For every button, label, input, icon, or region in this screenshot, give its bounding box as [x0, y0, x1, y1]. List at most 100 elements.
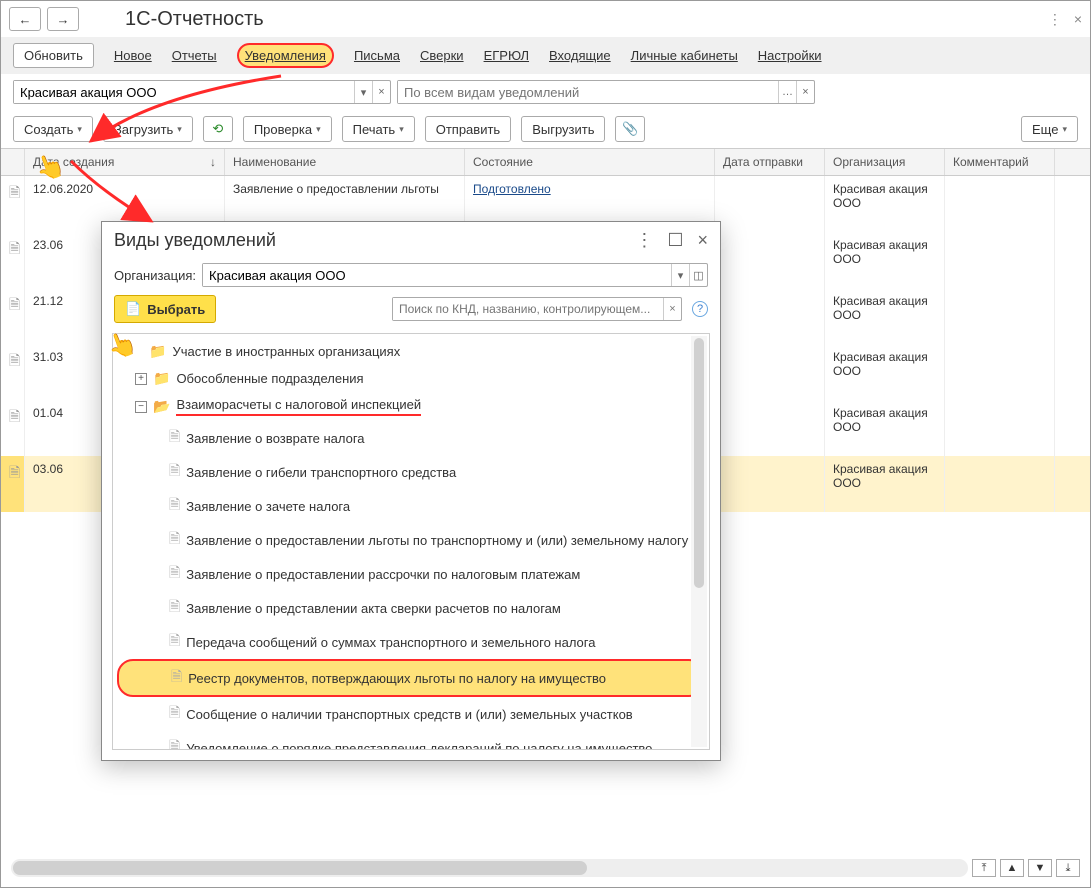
- select-icon: 📄: [125, 301, 141, 317]
- collapse-icon[interactable]: −: [135, 401, 147, 413]
- cell-org: Красивая акация ООО: [825, 176, 945, 232]
- horizontal-scrollbar[interactable]: [11, 859, 968, 877]
- cell-comment: [945, 288, 1055, 344]
- tree-item[interactable]: 🗎Заявление о зачете налога: [117, 489, 705, 523]
- col-state[interactable]: Состояние: [465, 149, 715, 175]
- type-filter-more-button[interactable]: …: [778, 81, 796, 103]
- filter-bar: ▾ × … ×: [1, 74, 1090, 110]
- col-date[interactable]: Дата создания↓: [25, 149, 225, 175]
- grid-nav-first-button[interactable]: ⤒: [972, 859, 996, 877]
- org-filter-input[interactable]: [14, 81, 354, 103]
- document-icon: 🗎: [169, 562, 180, 586]
- menu-link-reports[interactable]: Отчеты: [172, 48, 217, 63]
- menu-link-new[interactable]: Новое: [114, 48, 152, 63]
- close-icon[interactable]: ×: [1074, 11, 1082, 28]
- tree-item[interactable]: 🗎Заявление о возврате налога: [117, 421, 705, 455]
- tree-item-label: Заявление о представлении акта сверки ра…: [186, 601, 561, 616]
- print-button[interactable]: Печать▾: [342, 116, 415, 142]
- tree-item[interactable]: 🗎Заявление о предоставлении льготы по тр…: [117, 523, 705, 557]
- document-icon: 🗎: [9, 408, 20, 424]
- grid-nav-down-button[interactable]: ▼: [1028, 859, 1052, 877]
- tree-item[interactable]: 🗎Заявление о гибели транспортного средст…: [117, 455, 705, 489]
- cell-send-date: [715, 400, 825, 456]
- select-button[interactable]: 📄 Выбрать: [114, 295, 216, 323]
- dialog-org-open-button[interactable]: ◫: [689, 264, 707, 286]
- tree-item[interactable]: 🗎Заявление о представлении акта сверки р…: [117, 591, 705, 625]
- more-button[interactable]: Еще▾: [1021, 116, 1078, 142]
- menu-link-settings[interactable]: Настройки: [758, 48, 822, 63]
- check-button[interactable]: Проверка▾: [243, 116, 332, 142]
- menu-link-egrul[interactable]: ЕГРЮЛ: [484, 48, 529, 63]
- update-button[interactable]: Обновить: [13, 43, 94, 68]
- col-org[interactable]: Организация: [825, 149, 945, 175]
- notification-types-dialog: Виды уведомлений ⋮ ☐ × Организация: ▾ ◫ …: [101, 221, 721, 761]
- type-filter-clear-button[interactable]: ×: [796, 81, 814, 103]
- document-icon: 🗎: [169, 460, 180, 484]
- col-comment[interactable]: Комментарий: [945, 149, 1055, 175]
- dialog-search-clear-button[interactable]: ×: [663, 298, 681, 320]
- tree-item[interactable]: 🗎Передача сообщений о суммах транспортно…: [117, 625, 705, 659]
- tree-item[interactable]: 🗎Сообщение о наличии транспортных средст…: [117, 697, 705, 731]
- menu-link-incoming[interactable]: Входящие: [549, 48, 611, 63]
- menu-link-sverki[interactable]: Сверки: [420, 48, 464, 63]
- dialog-kebab-icon[interactable]: ⋮: [635, 230, 653, 251]
- tree-item-label: Заявление о предоставлении льготы по тра…: [186, 533, 688, 548]
- tree-folder[interactable]: 📁 Участие в иностранных организациях: [117, 338, 705, 365]
- menu-link-cabinets[interactable]: Личные кабинеты: [631, 48, 738, 63]
- grid-nav-up-button[interactable]: ▲: [1000, 859, 1024, 877]
- org-filter-clear-button[interactable]: ×: [372, 81, 390, 103]
- menu-link-letters[interactable]: Письма: [354, 48, 400, 63]
- tree-folder[interactable]: − 📂 Взаиморасчеты с налоговой инспекцией: [117, 392, 705, 421]
- nav-back-button[interactable]: ←: [9, 7, 41, 31]
- footer: ⤒ ▲ ▼ ⤓: [11, 859, 1080, 877]
- org-filter-dropdown-button[interactable]: ▾: [354, 81, 372, 103]
- org-filter-combo[interactable]: ▾ ×: [13, 80, 391, 104]
- cell-comment: [945, 176, 1055, 232]
- load-button[interactable]: Загрузить▾: [103, 116, 193, 142]
- dialog-org-input[interactable]: [203, 264, 671, 286]
- tree-item[interactable]: 🗎Реестр документов, потверждающих льготы…: [117, 659, 705, 697]
- folder-icon: 📁: [153, 370, 170, 387]
- dialog-close-icon[interactable]: ×: [697, 230, 708, 251]
- send-button[interactable]: Отправить: [425, 116, 511, 142]
- dialog-search-input[interactable]: [393, 298, 663, 320]
- expand-icon[interactable]: +: [135, 373, 147, 385]
- type-filter-input[interactable]: [398, 81, 778, 103]
- cell-send-date: [715, 288, 825, 344]
- help-icon[interactable]: ?: [692, 301, 708, 317]
- nav-forward-button[interactable]: →: [47, 7, 79, 31]
- tree-folder[interactable]: + 📁 Обособленные подразделения: [117, 365, 705, 392]
- cell-org: Красивая акация ООО: [825, 288, 945, 344]
- toolbar: Создать▾ Загрузить▾ ⟲ Проверка▾ Печать▾ …: [1, 110, 1090, 148]
- document-icon: 🗎: [169, 426, 180, 450]
- document-icon: 🗎: [169, 494, 180, 518]
- type-filter-combo[interactable]: … ×: [397, 80, 815, 104]
- create-button[interactable]: Создать▾: [13, 116, 93, 142]
- tree-vertical-scrollbar[interactable]: [691, 336, 707, 747]
- document-icon: 🗎: [9, 464, 20, 480]
- document-icon: 🗎: [9, 352, 20, 368]
- cell-comment: [945, 400, 1055, 456]
- menu-link-notifications[interactable]: Уведомления: [237, 43, 334, 68]
- dialog-org-combo[interactable]: ▾ ◫: [202, 263, 708, 287]
- dialog-action-row: 📄 Выбрать × ?: [102, 291, 720, 327]
- grid-nav-last-button[interactable]: ⤓: [1056, 859, 1080, 877]
- col-name[interactable]: Наименование: [225, 149, 465, 175]
- attach-icon-button[interactable]: 📎: [615, 116, 645, 142]
- dialog-search-combo[interactable]: ×: [392, 297, 682, 321]
- kebab-icon[interactable]: ⋮: [1048, 11, 1062, 28]
- dialog-maximize-icon[interactable]: ☐: [667, 230, 683, 251]
- export-button[interactable]: Выгрузить: [521, 116, 605, 142]
- cell-send-date: [715, 456, 825, 512]
- refresh-icon-button[interactable]: ⟲: [203, 116, 233, 142]
- col-send-date[interactable]: Дата отправки: [715, 149, 825, 175]
- dialog-org-dropdown-button[interactable]: ▾: [671, 264, 689, 286]
- menubar: Обновить Новое Отчеты Уведомления Письма…: [1, 37, 1090, 74]
- tree-item[interactable]: 🗎Заявление о предоставлении рассрочки по…: [117, 557, 705, 591]
- state-link[interactable]: Подготовлено: [473, 182, 551, 196]
- cell-send-date: [715, 344, 825, 400]
- tree-item-label: Уведомление о порядке представления декл…: [186, 741, 652, 751]
- tree-item-label: Реестр документов, потверждающих льготы …: [188, 671, 606, 686]
- document-icon: 🗎: [9, 296, 20, 312]
- tree-item[interactable]: 🗎Уведомление о порядке представления дек…: [117, 731, 705, 750]
